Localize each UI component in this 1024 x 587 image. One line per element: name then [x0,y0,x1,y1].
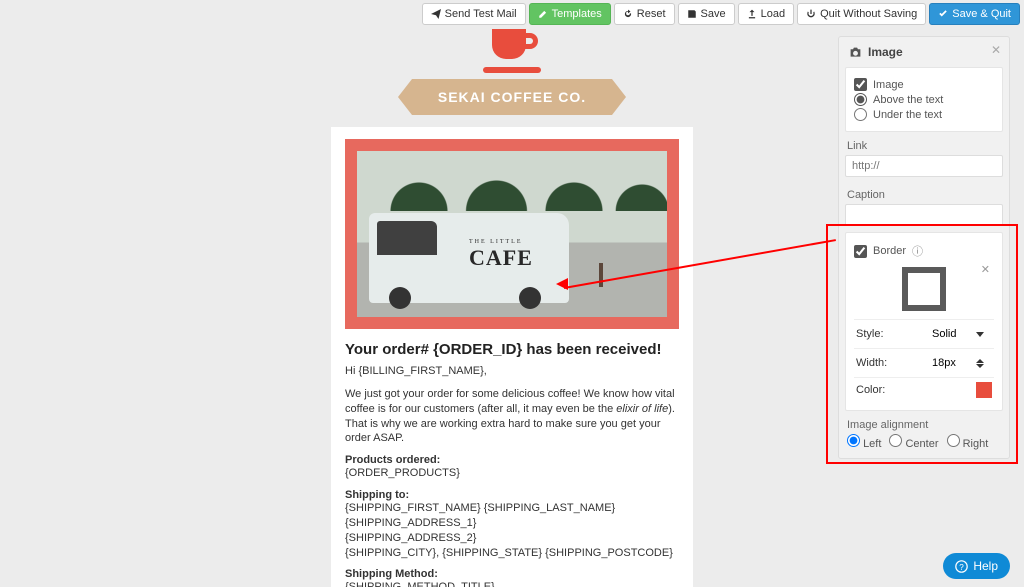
caption-input[interactable] [845,204,1003,226]
method-heading: Shipping Method: [345,568,679,580]
saucer-icon [483,67,541,73]
email-intro: We just got your order for some deliciou… [345,387,679,446]
reset-label: Reset [637,8,666,20]
quit-button[interactable]: Quit Without Saving [797,3,926,25]
image-enabled-checkbox[interactable] [854,78,867,91]
style-select[interactable] [928,324,992,344]
save-label: Save [701,8,726,20]
send-test-button[interactable]: Send Test Mail [422,3,526,25]
width-label: Width: [856,357,887,369]
help-button[interactable]: ? Help [943,553,1010,579]
paper-plane-icon [431,9,441,19]
step-down-icon[interactable] [976,364,984,368]
van-illustration: THE LITTLECAFE [369,213,569,303]
width-stepper[interactable] [928,353,992,373]
cafe-sign-big: CAFE [469,245,533,270]
caption-label: Caption [847,189,1001,201]
panel-close-icon[interactable]: ✕ [991,43,1001,57]
camera-icon [849,46,862,59]
border-color-row: Color: [854,377,994,402]
style-label: Style: [856,328,884,340]
refresh-icon [623,9,633,19]
alignment-label: Image alignment [847,419,1001,431]
align-left-option[interactable]: Left [847,434,881,450]
email-card: THE LITTLECAFE Your order# {ORDER_ID} ha… [331,127,693,587]
above-text-row[interactable]: Above the text [854,93,994,106]
brand-banner: SEKAI COFFEE CO. [412,79,612,115]
alignment-row: Left Center Right [839,434,1009,450]
method-value: {SHIPPING_METHOD_TITLE} [345,580,679,587]
check-icon [938,9,948,19]
power-icon [806,9,816,19]
load-label: Load [761,8,785,20]
load-button[interactable]: Load [738,3,794,25]
svg-text:?: ? [960,562,965,571]
border-reset-icon[interactable]: ✕ [981,263,990,276]
templates-label: Templates [552,8,602,20]
products-value: {ORDER_PRODUCTS} [345,466,679,481]
border-preview-square [902,267,946,311]
under-text-row[interactable]: Under the text [854,108,994,121]
help-label: Help [973,559,998,573]
info-icon: ⓘ [912,243,923,259]
brand-logo: SEKAI COFFEE CO. [412,29,612,115]
upload-icon [747,9,757,19]
products-heading: Products ordered: [345,454,679,466]
panel-header: Image [839,37,1009,67]
top-toolbar: Send Test Mail Templates Reset Save Load… [422,3,1020,25]
save-quit-label: Save & Quit [952,8,1011,20]
above-text-radio[interactable] [854,93,867,106]
templates-button[interactable]: Templates [529,3,611,25]
link-label: Link [847,140,1001,152]
save-quit-button[interactable]: Save & Quit [929,3,1020,25]
pencil-icon [538,9,548,19]
shipping-lines: {SHIPPING_FIRST_NAME} {SHIPPING_LAST_NAM… [345,501,679,560]
cup-icon [486,29,538,65]
send-test-label: Send Test Mail [445,8,517,20]
border-style-row: Style: [854,319,994,348]
align-right-option[interactable]: Right [947,434,989,450]
border-enabled-checkbox[interactable] [854,245,867,258]
chevron-down-icon[interactable] [976,332,984,337]
image-properties-panel: Image ✕ Image Above the text Under the t… [838,36,1010,459]
image-enabled-row[interactable]: Image [854,78,994,91]
panel-title: Image [868,45,903,59]
border-width-row: Width: [854,348,994,377]
border-group: Border ⓘ ✕ Style: Width: Color: [845,232,1003,411]
border-enabled-row[interactable]: Border ⓘ [854,243,994,259]
align-center-option[interactable]: Center [889,434,938,450]
email-title: Your order# {ORDER_ID} has been received… [345,341,679,358]
save-icon [687,9,697,19]
help-icon: ? [955,560,968,573]
quit-label: Quit Without Saving [820,8,917,20]
hero-image[interactable]: THE LITTLECAFE [345,139,679,329]
shipping-heading: Shipping to: [345,489,679,501]
reset-button[interactable]: Reset [614,3,675,25]
step-up-icon[interactable] [976,359,984,363]
image-placement-group: Image Above the text Under the text [845,67,1003,132]
border-preview: ✕ [854,261,994,319]
under-text-radio[interactable] [854,108,867,121]
link-input[interactable] [845,155,1003,177]
save-button[interactable]: Save [678,3,735,25]
brand-text: SEKAI COFFEE CO. [438,89,586,105]
color-label: Color: [856,384,885,396]
email-greeting: Hi {BILLING_FIRST_NAME}, [345,364,679,379]
color-swatch[interactable] [976,382,992,398]
